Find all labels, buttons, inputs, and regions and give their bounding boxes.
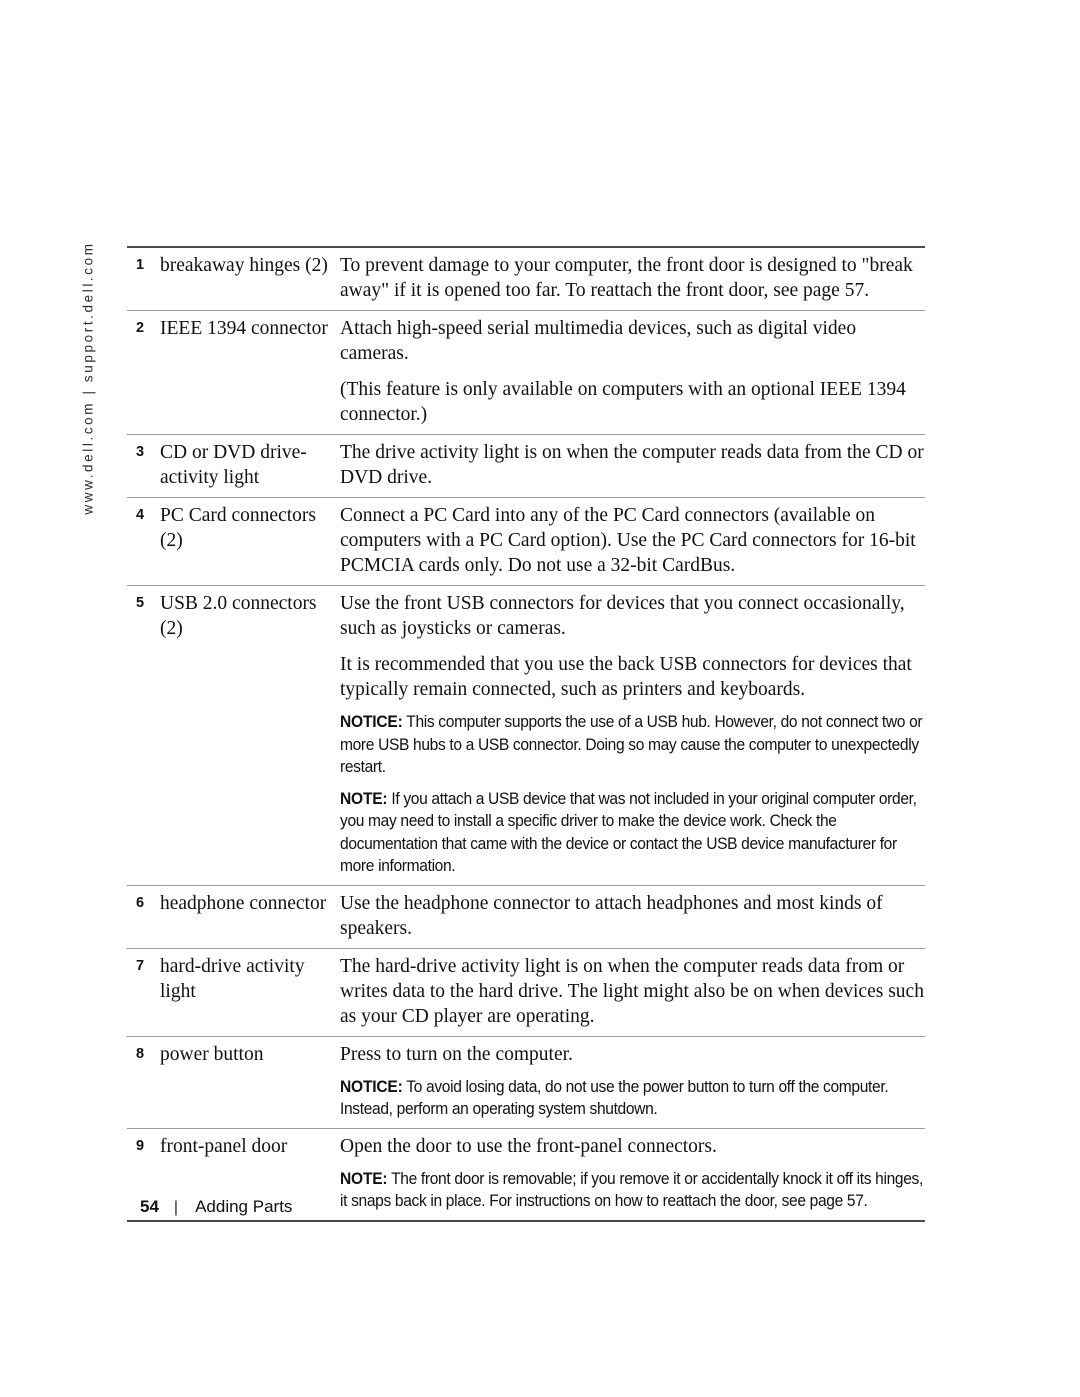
admonition-keyword: NOTICE: — [340, 713, 403, 731]
callout-number: 8 — [136, 1045, 145, 1062]
description-paragraph: (This feature is only available on compu… — [340, 379, 906, 425]
callout-number: 7 — [136, 957, 145, 974]
feature-label: front-panel door — [160, 1135, 288, 1157]
feature-label: IEEE 1394 connector — [160, 318, 328, 339]
feature-label: breakaway hinges (2) — [160, 255, 328, 276]
table-row: 8 power button Press to turn on the comput… — [127, 1037, 925, 1128]
feature-description: Connect a PC Card into any of the PC Car… — [340, 503, 925, 578]
footer-separator: | — [173, 1199, 179, 1216]
description-paragraph: The hard-drive activity light is on when… — [340, 955, 924, 1027]
admonition-text: The front door is removable; if you remo… — [340, 1169, 923, 1211]
description-paragraph: Use the front USB connectors for devices… — [340, 593, 905, 639]
admonition-text: If you attach a USB device that was not … — [340, 789, 917, 876]
callout-number: 3 — [136, 444, 145, 460]
admonition-keyword: NOTE: — [340, 789, 388, 808]
table-row: 6 headphone connector Use the headphone co… — [127, 886, 925, 948]
admonition-keyword: NOTICE: — [340, 1077, 403, 1096]
feature-description: Open the door to use the front-panel con… — [340, 1134, 925, 1213]
table-border-rule — [127, 1219, 925, 1222]
description-paragraph: Open the door to use the front-panel con… — [340, 1135, 717, 1157]
footer-page-number: 54 — [140, 1197, 159, 1216]
note-callout: NOTE: The front door is removable; if yo… — [340, 1168, 924, 1213]
front-panel-features-table: 1 breakaway hinges (2) To prevent damage t… — [127, 246, 925, 1222]
notice-callout: NOTICE: To avoid losing data, do not use… — [340, 1076, 924, 1121]
footer-section-title: Adding Parts — [195, 1197, 293, 1216]
table-row: 1 breakaway hinges (2) To prevent damage t… — [127, 248, 925, 310]
table-row: 3 CD or DVD drive-activity light The drive… — [127, 435, 925, 497]
admonition-text: This computer supports the use of a USB … — [340, 713, 923, 776]
feature-label: PC Card connectors (2) — [160, 505, 316, 551]
description-paragraph: The drive activity light is on when the … — [340, 442, 924, 488]
description-paragraph: To prevent damage to your computer, the … — [340, 255, 913, 301]
table-row: 4 PC Card connectors (2) Connect a PC Card… — [127, 498, 925, 585]
callout-number: 9 — [136, 1137, 145, 1154]
callout-number: 5 — [136, 595, 145, 611]
page-footer: 54 | Adding Parts — [140, 1197, 292, 1217]
admonition-text: To avoid losing data, do not use the pow… — [340, 1077, 889, 1119]
notice-callout: NOTICE: This computer supports the use o… — [340, 711, 924, 779]
feature-description: Press to turn on the computer. NOTICE: To… — [340, 1042, 925, 1121]
feature-label: hard-drive activity light — [160, 955, 305, 1002]
feature-description: The drive activity light is on when the … — [340, 440, 925, 490]
feature-label: headphone connector — [160, 892, 327, 914]
callout-number: 6 — [136, 894, 145, 911]
callout-number: 2 — [136, 320, 145, 336]
feature-description: Use the headphone connector to attach he… — [340, 891, 925, 941]
feature-description: To prevent damage to your computer, the … — [340, 253, 925, 303]
feature-description: Attach high-speed serial multimedia devi… — [340, 316, 925, 427]
feature-description: The hard-drive activity light is on when… — [340, 954, 925, 1029]
description-paragraph: Attach high-speed serial multimedia devi… — [340, 318, 857, 364]
feature-label: power button — [160, 1043, 264, 1065]
description-paragraph: Connect a PC Card into any of the PC Car… — [340, 505, 916, 576]
description-paragraph: Press to turn on the computer. — [340, 1043, 573, 1065]
callout-number: 4 — [136, 507, 145, 523]
feature-description: Use the front USB connectors for devices… — [340, 591, 925, 878]
side-url-watermark: www.dell.com | support.dell.com — [72, 241, 104, 514]
description-paragraph: Use the headphone connector to attach he… — [340, 892, 883, 939]
side-url-text: www.dell.com | support.dell.com — [80, 241, 96, 515]
table-row: 2 IEEE 1394 connector Attach high-speed se… — [127, 311, 925, 434]
admonition-keyword: NOTE: — [340, 1169, 388, 1188]
note-callout: NOTE: If you attach a USB device that wa… — [340, 788, 924, 878]
table-row: 5 USB 2.0 connectors (2) Use the front USB… — [127, 586, 925, 885]
description-paragraph: It is recommended that you use the back … — [340, 654, 912, 700]
callout-number: 1 — [136, 257, 145, 273]
feature-label: CD or DVD drive-activity light — [160, 442, 307, 488]
feature-label: USB 2.0 connectors (2) — [160, 593, 317, 639]
table-row: 7 hard-drive activity light The hard-drive… — [127, 949, 925, 1036]
